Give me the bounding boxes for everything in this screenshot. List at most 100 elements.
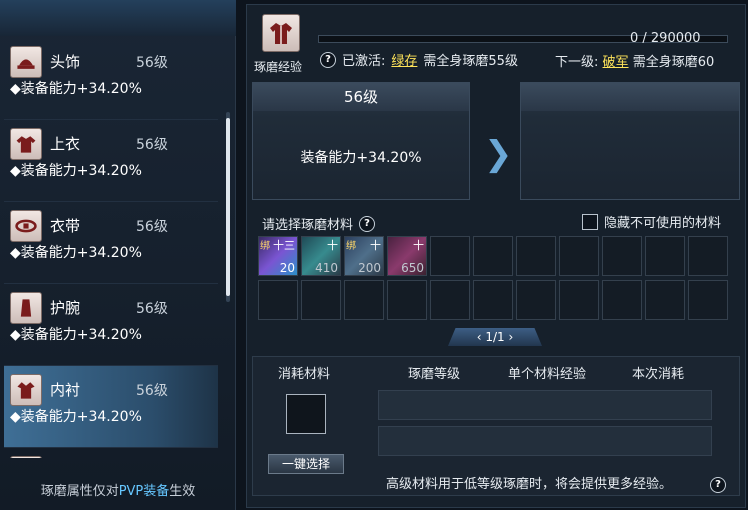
- material-quantity: 20: [279, 261, 295, 275]
- hat-icon: [17, 59, 35, 69]
- equipment-list: 头饰 56级 ◆装备能力+34.20% 上衣 56级 ◆装备能力+34.20% 衣带 56级 ◆…: [4, 38, 218, 458]
- col-this-consume: 本次消耗: [632, 367, 685, 382]
- equipment-icon: [10, 374, 42, 406]
- material-grade: 十三: [273, 239, 295, 252]
- hide-unusable-label: 隐藏不可使用的材料: [604, 216, 722, 231]
- equipment-level: 56级: [136, 55, 168, 71]
- equipment-stat: ◆装备能力+34.20%: [10, 163, 142, 179]
- equipment-level: 56级: [136, 301, 168, 317]
- material-select-title: 请选择琢磨材料 ?: [262, 214, 376, 233]
- material-slot[interactable]: [645, 280, 685, 320]
- equipment-stat: ◆装备能力+34.20%: [10, 81, 142, 97]
- hide-unusable-option[interactable]: 隐藏不可使用的材料: [582, 212, 721, 231]
- next-requirement: 需全身琢磨60: [632, 55, 715, 70]
- equipment-item-0[interactable]: 头饰 56级 ◆装备能力+34.20%: [4, 38, 218, 120]
- equipment-stat: ◆装备能力+34.20%: [10, 327, 142, 343]
- equipment-level: 56级: [136, 383, 168, 399]
- material-item[interactable]: 十 410: [301, 236, 341, 276]
- next-level-info: 下一级: 破军 需全身琢磨60: [555, 51, 714, 70]
- next-level-title: [521, 83, 739, 111]
- next-level-box: [520, 82, 740, 200]
- bound-tag: 绑: [346, 241, 356, 252]
- jacket-icon: [16, 136, 36, 153]
- next-name-link[interactable]: 破军: [603, 55, 629, 70]
- help-icon[interactable]: ?: [359, 215, 376, 232]
- tip-help[interactable]: ?: [710, 472, 726, 493]
- help-icon[interactable]: ?: [710, 476, 726, 493]
- material-grade: 十: [370, 239, 381, 252]
- exp-value: 0 / 290000: [630, 31, 701, 46]
- current-level-box: 56级 装备能力+34.20%: [252, 82, 470, 200]
- activated-label: 已激活:: [342, 54, 386, 69]
- equipment-name: 衣带: [50, 217, 81, 235]
- material-slot[interactable]: [516, 280, 556, 320]
- page-prev-icon[interactable]: ‹: [477, 330, 482, 344]
- exp-label: 琢磨经验: [254, 60, 303, 74]
- jacket-icon: [270, 23, 292, 44]
- page-indicator[interactable]: ‹ 1/1 ›: [448, 328, 542, 346]
- material-slot[interactable]: [559, 236, 599, 276]
- equipment-name: 护腕: [50, 299, 81, 317]
- help-icon[interactable]: ?: [320, 51, 336, 68]
- material-slot[interactable]: [301, 280, 341, 320]
- consume-material-slot[interactable]: [286, 394, 326, 434]
- page-next-icon[interactable]: ›: [508, 330, 513, 344]
- material-slot[interactable]: [258, 280, 298, 320]
- equipment-icon: [10, 210, 42, 242]
- material-item[interactable]: 十 650: [387, 236, 427, 276]
- material-slot[interactable]: [688, 280, 728, 320]
- material-slot[interactable]: [516, 236, 556, 276]
- equipment-stat: ◆装备能力+34.20%: [10, 409, 142, 425]
- col-material-exp: 单个材料经验: [508, 367, 587, 382]
- material-quantity: 410: [315, 261, 338, 275]
- current-level-title: 56级: [253, 83, 469, 111]
- material-item[interactable]: 绑十三 20: [258, 236, 298, 276]
- equipment-stat: ◆装备能力+34.20%: [10, 245, 142, 261]
- auto-select-button[interactable]: 一键选择: [268, 454, 344, 474]
- equipment-name: 内衬: [50, 381, 81, 399]
- equipment-item-4[interactable]: 内衬 56级 ◆装备能力+34.20%: [4, 366, 218, 448]
- footnote-highlight: PVP装备: [118, 484, 170, 499]
- equipment-name: 头饰: [50, 53, 81, 71]
- next-label: 下一级:: [555, 55, 599, 70]
- current-level-stat: 装备能力+34.20%: [300, 150, 422, 166]
- material-title-text: 请选择琢磨材料: [262, 218, 354, 233]
- material-grade: 十: [327, 239, 338, 252]
- footnote-suffix: 生效: [169, 484, 196, 499]
- consume-row: [378, 390, 712, 420]
- equipment-item-3[interactable]: 护腕 56级 ◆装备能力+34.20%: [4, 284, 218, 366]
- next-level-stat: [521, 111, 739, 147]
- equipment-level: 56级: [136, 137, 168, 153]
- bound-tag: 绑: [260, 241, 270, 252]
- material-slot[interactable]: [473, 236, 513, 276]
- belt-icon: [15, 219, 37, 233]
- equipment-item-5[interactable]: 下装56级: [4, 448, 218, 458]
- activated-requirement: 需全身琢磨55级: [423, 54, 518, 69]
- material-slot[interactable]: [559, 280, 599, 320]
- material-slot[interactable]: [473, 280, 513, 320]
- panel-header: [0, 0, 236, 36]
- equipment-icon: [10, 128, 42, 160]
- material-slot[interactable]: [430, 280, 470, 320]
- hide-unusable-checkbox[interactable]: [582, 213, 598, 230]
- arrow-right-icon: ❯: [484, 134, 513, 174]
- material-slot[interactable]: [645, 236, 685, 276]
- material-slot[interactable]: [602, 280, 642, 320]
- material-quantity: 200: [358, 261, 381, 275]
- material-grade: 十: [413, 239, 424, 252]
- equipment-panel: 头饰 56级 ◆装备能力+34.20% 上衣 56级 ◆装备能力+34.20% 衣带 56级 ◆…: [0, 0, 236, 510]
- equipment-item-2[interactable]: 衣带 56级 ◆装备能力+34.20%: [4, 202, 218, 284]
- equipment-item-1[interactable]: 上衣 56级 ◆装备能力+34.20%: [4, 120, 218, 202]
- scrollbar-thumb[interactable]: [226, 118, 230, 296]
- equipment-icon: [10, 456, 42, 458]
- material-slot[interactable]: [344, 280, 384, 320]
- material-slot[interactable]: [387, 280, 427, 320]
- equipment-name: 上衣: [50, 135, 81, 153]
- material-slot[interactable]: [602, 236, 642, 276]
- material-slot[interactable]: [430, 236, 470, 276]
- activated-name-link[interactable]: 绿存: [391, 50, 417, 69]
- activated-info: ? 已激活: 绿存 需全身琢磨55级: [320, 50, 518, 69]
- equipment-level: 56级: [136, 219, 168, 235]
- material-item[interactable]: 绑 十 200: [344, 236, 384, 276]
- material-slot[interactable]: [688, 236, 728, 276]
